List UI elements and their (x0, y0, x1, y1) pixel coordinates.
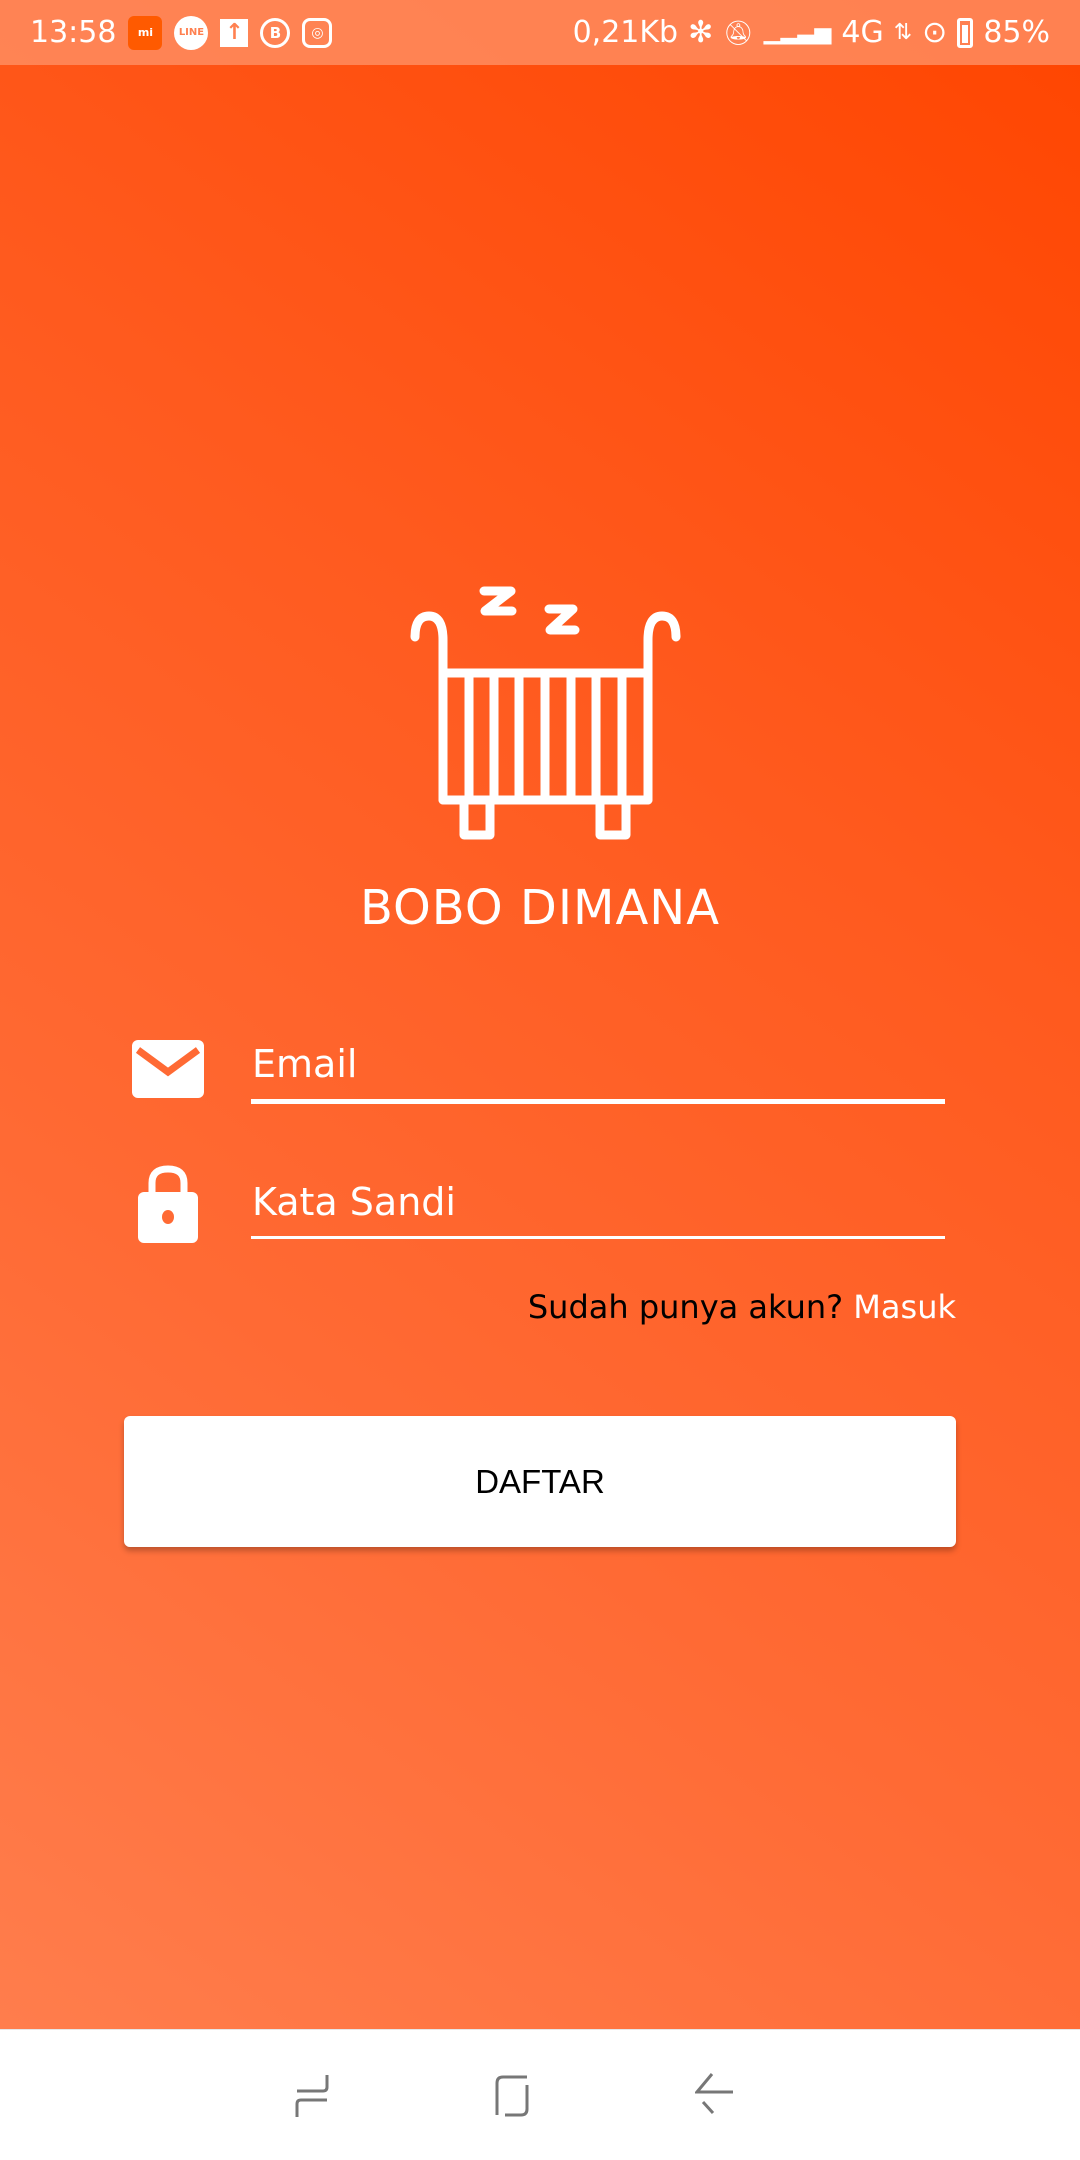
login-link[interactable]: Masuk (853, 1288, 956, 1326)
status-bar: 13:58 mi LINE ↑ B ◎ 0,21Kb ✻ 🔕︎ ▁▂▃▅ 4G … (0, 0, 1080, 65)
recent-apps-icon[interactable] (295, 2075, 329, 2117)
email-underline (251, 1099, 945, 1104)
whatsapp-business-icon: B (260, 17, 291, 48)
have-account-text: Sudah punya akun? (527, 1288, 844, 1326)
password-input[interactable]: Kata Sandi (252, 1180, 456, 1224)
email-input[interactable]: Email (252, 1042, 357, 1086)
upload-icon: ↑ (220, 18, 249, 47)
data-arrows-icon: ⇅ (893, 20, 913, 45)
mute-bell-icon: 🔕︎ (723, 18, 754, 47)
password-underline (251, 1236, 945, 1239)
signal-icon: ▁▂▃▅ (763, 20, 832, 45)
crib-logo-icon (410, 586, 681, 840)
email-icon (132, 1040, 204, 1098)
navigation-bar (0, 2029, 1080, 2160)
battery-icon (957, 17, 974, 48)
home-icon[interactable] (495, 2075, 529, 2117)
lock-icon (138, 1165, 198, 1243)
line-icon: LINE (174, 15, 209, 50)
instagram-icon: ◎ (302, 17, 333, 48)
network-type: 4G (841, 15, 884, 50)
login-prompt: Sudah punya akun? Masuk (528, 1288, 956, 1326)
net-speed: 0,21Kb (572, 15, 679, 50)
clock: 13:58 (30, 15, 117, 50)
app-title: BOBO DIMANA (359, 880, 721, 936)
register-button[interactable]: DAFTAR (124, 1416, 956, 1547)
bluetooth-icon: ✻ (688, 15, 714, 50)
back-icon[interactable] (695, 2072, 735, 2118)
mi-icon: mi (128, 15, 163, 50)
sync-icon: ⊙ (922, 15, 948, 50)
battery-level: 85% (983, 15, 1050, 50)
